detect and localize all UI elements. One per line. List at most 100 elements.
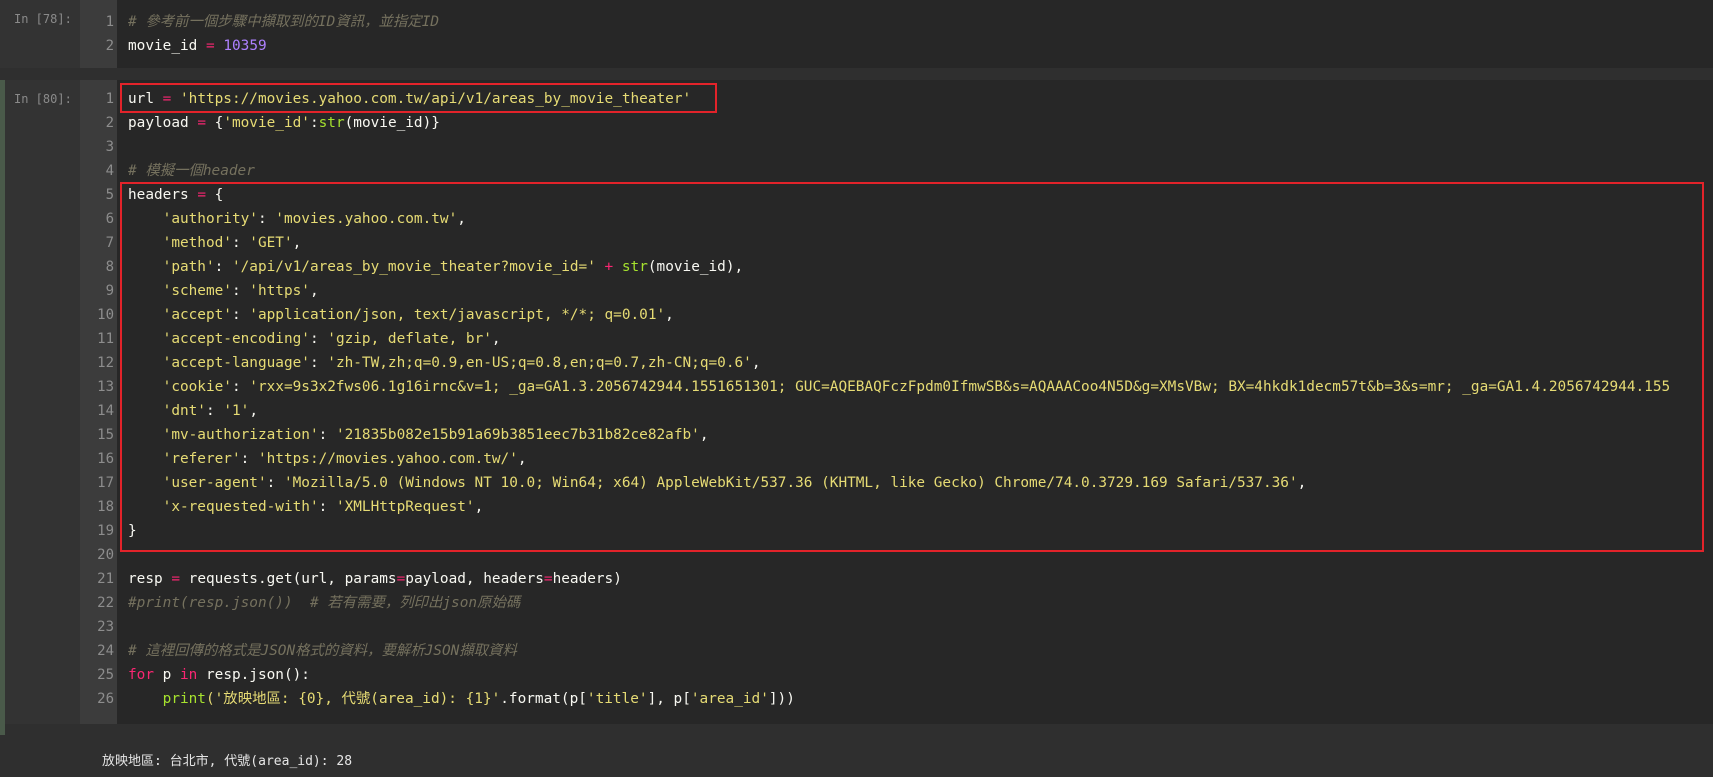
code-line: payload = {'movie_id':str(movie_id)} [128,111,440,135]
line-number: 24 [97,643,114,659]
code-token: str [318,115,345,131]
code-token: 'movies.yahoo.com.tw' [275,211,458,227]
code-line: 'scheme': 'https', [128,279,319,303]
code-token: 'mv-authorization' [128,427,319,443]
code-token: = [197,187,206,203]
code-token: = [543,571,553,587]
code-token: requests.get(url, params [180,571,397,587]
code-token: url [128,91,163,107]
code-token: : [231,283,250,299]
line-number: 15 [97,427,114,443]
code-token: # 模擬一個header [128,163,255,179]
code-token: , [699,427,709,443]
code-line: 'path': '/api/v1/areas_by_movie_theater?… [128,255,744,279]
line-number: 7 [105,235,114,251]
line-number: 21 [97,571,114,587]
code-token: ], p[ [647,691,691,707]
code-token: : [309,331,328,347]
code-token: 'XMLHttpRequest' [335,499,475,515]
line-number: 3 [105,139,114,155]
line-number: 6 [105,211,114,227]
code-token: = [396,571,406,587]
code-token: str [621,259,648,275]
code-token: 'https' [249,283,310,299]
line-number: 10 [97,307,114,323]
code-token: resp [128,571,172,587]
cell-prompt: In [78]: [14,12,72,26]
code-token: : [318,427,336,443]
code-token: 'rxx=9s3x2fws06.1g16irnc&v=1; _ga=GA1.3.… [249,379,1671,395]
code-token: 'GET' [249,235,293,251]
line-number: 18 [97,499,114,515]
code-token: : [318,499,336,515]
line-number: 23 [97,619,114,635]
code-token: = [205,38,215,54]
code-line: 'accept-encoding': 'gzip, deflate, br', [128,327,501,351]
code-token: : [214,259,232,275]
code-line: headers = { [128,183,223,207]
code-token: : [266,475,284,491]
active-cell-indicator [0,80,5,735]
code-token: , [249,403,258,419]
code-token: { [205,115,224,131]
line-number: 5 [105,187,114,203]
code-token: payload, headers [405,571,544,587]
code-line: 'user-agent': 'Mozilla/5.0 (Windows NT 1… [128,471,1307,495]
line-number: 13 [97,379,114,395]
code-token: 'cookie' [128,379,232,395]
code-token: payload [128,115,198,131]
code-token: print [162,691,206,707]
code-token: p [154,667,180,683]
code-token: = [197,115,206,131]
code-token: , [457,211,466,227]
cell-prompt: In [80]: [14,92,72,106]
code-editor[interactable] [117,80,1713,724]
code-line: print('放映地區: {0}, 代號(area_id): {1}'.form… [128,687,795,711]
line-number: 4 [105,163,114,179]
code-token: 'application/json, text/javascript, */*;… [249,307,666,323]
code-token: ])) [768,691,795,707]
code-token: , [292,235,302,251]
code-token: 'referer' [128,451,241,467]
code-token: = [171,571,180,587]
code-line: # 參考前一個步驟中擷取到的ID資訊，並指定ID [128,10,439,34]
code-line: resp = requests.get(url, params=payload,… [128,567,622,591]
code-token: # 參考前一個步驟中擷取到的ID資訊，並指定ID [128,14,440,30]
line-number: 8 [105,259,114,275]
notebook-cell[interactable]: In [80]: 1 url = 'https://movies.yahoo.com… [0,80,1713,724]
notebook-cell[interactable]: In [78]: 1 # 參考前一個步驟中擷取到的ID資訊，並指定ID 2 movie_… [0,0,1713,68]
line-number: 1 [105,14,114,30]
code-token: 'dnt' [128,403,206,419]
code-token: 'movie_id' [223,115,310,131]
code-token: in [180,667,198,683]
code-token: 'accept-language' [128,355,310,371]
code-token: 'https://movies.yahoo.com.tw/api/v1/area… [171,91,692,107]
code-token: , [491,331,501,347]
code-token: , [309,283,319,299]
line-number: 2 [105,38,114,54]
line-number: 26 [97,691,114,707]
code-line: # 這裡回傳的格式是JSON格式的資料，要解析JSON擷取資料 [128,639,517,663]
code-token: resp.json(): [197,667,310,683]
code-token: .format(p[ [500,691,587,707]
code-line: movie_id = 10359 [128,34,267,58]
code-token: movie_id [128,38,206,54]
code-token: '1' [223,403,250,419]
code-token: 'x-requested-with' [128,499,319,515]
code-token: for [128,667,154,683]
code-token: } [128,523,137,539]
code-token: 'zh-TW,zh;q=0.9,en-US;q=0.8,en;q=0.7,zh-… [327,355,752,371]
code-token: : [240,451,258,467]
code-token: 'title' [586,691,648,707]
code-line: 'dnt': '1', [128,399,258,423]
code-token: (movie_id)} [344,115,440,131]
code-line: #print(resp.json()) # 若有需要，列印出json原始碼 [128,591,520,615]
cell-output: 放映地區: 台北市, 代號(area_id): 28 [102,754,353,769]
code-line: 'x-requested-with': 'XMLHttpRequest', [128,495,484,519]
code-token: : [257,211,276,227]
code-token: 'Mozilla/5.0 (Windows NT 10.0; Win64; x6… [283,475,1298,491]
code-token: : [205,403,224,419]
